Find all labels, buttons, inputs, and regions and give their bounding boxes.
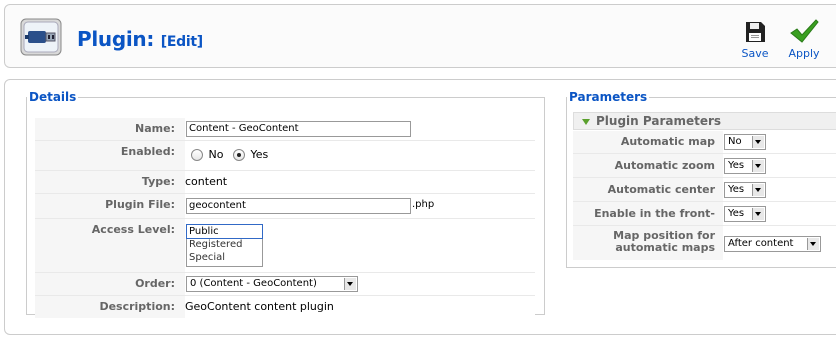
name-label: Name: — [35, 118, 181, 140]
access-level-row: Access Level: Public Registered Special — [35, 219, 535, 273]
enabled-value-cell: No Yes — [185, 141, 535, 170]
name-input[interactable]: Content - GeoContent — [186, 121, 411, 137]
access-level-value-cell: Public Registered Special — [185, 219, 535, 272]
apply-button[interactable]: Apply — [781, 19, 827, 67]
param-label: Enable in the front-page — [594, 207, 715, 243]
order-label: Order: — [35, 273, 181, 295]
chevron-down-icon — [752, 160, 764, 172]
type-value: content — [185, 171, 535, 193]
enabled-yes-label: Yes — [250, 148, 269, 161]
access-option-special[interactable]: Special — [187, 251, 262, 264]
toolbar: Plugin: [Edit] Save Apply — [4, 4, 836, 68]
order-select-value: 0 (Content - GeoContent) — [190, 278, 317, 289]
param-value-cell: Yes — [723, 202, 836, 225]
parameters-fieldset: Parameters Plugin Parameters Automatic m… — [566, 90, 836, 268]
enabled-label: Enabled: — [35, 141, 181, 170]
param-label: Automatic center — [607, 183, 715, 196]
select-value: Yes — [728, 208, 745, 219]
chevron-down-icon — [807, 238, 819, 250]
access-level-label: Access Level: — [35, 219, 181, 272]
chevron-down-icon — [752, 184, 764, 196]
details-fieldset: Details Name: Content - GeoContent Enabl… — [26, 90, 545, 318]
chevron-down-icon — [752, 136, 764, 148]
automatic-zoom-select[interactable]: Yes — [724, 158, 766, 174]
access-level-listbox[interactable]: Public Registered Special — [186, 224, 263, 267]
access-option-public[interactable]: Public — [186, 224, 263, 239]
page-title: Plugin: [Edit] — [77, 27, 203, 51]
details-legend: Details — [29, 90, 77, 104]
plugin-icon — [19, 15, 63, 59]
automatic-map-select[interactable]: No — [724, 134, 766, 150]
name-row: Name: Content - GeoContent — [35, 118, 535, 141]
apply-label: Apply — [788, 47, 820, 60]
param-value-cell: No — [723, 131, 836, 153]
checkmark-icon — [790, 19, 819, 43]
main-panel: Details Name: Content - GeoContent Enabl… — [4, 79, 836, 335]
param-row-map-position: Map position for automatic maps After co… — [573, 226, 836, 260]
description-row: Description: GeoContent content plugin — [35, 296, 535, 318]
enabled-no-label: No — [208, 148, 224, 161]
plugin-file-row: Plugin File: geocontent .php — [35, 194, 535, 219]
expand-triangle-icon — [582, 119, 590, 125]
order-row: Order: 0 (Content - GeoContent) — [35, 273, 535, 296]
param-row-automatic-map: Automatic map No — [573, 131, 836, 154]
automatic-center-select[interactable]: Yes — [724, 182, 766, 198]
param-value-cell: Yes — [723, 154, 836, 177]
param-row-automatic-zoom: Automatic zoom Yes — [573, 154, 836, 178]
order-select[interactable]: 0 (Content - GeoContent) — [186, 276, 358, 292]
plugin-file-value-cell: geocontent .php — [185, 194, 535, 218]
plugin-file-extension: .php — [412, 199, 435, 210]
chevron-down-icon — [344, 278, 356, 290]
enabled-no-radio[interactable] — [191, 149, 203, 161]
enabled-yes-radio[interactable] — [232, 149, 245, 161]
enable-front-page-select[interactable]: Yes — [724, 206, 766, 222]
page-title-text: Plugin: — [77, 27, 155, 51]
select-value: After content — [728, 238, 794, 249]
description-value: GeoContent content plugin — [185, 296, 535, 318]
access-option-registered[interactable]: Registered — [187, 238, 262, 251]
save-label: Save — [741, 47, 769, 60]
floppy-disk-icon — [746, 22, 765, 42]
select-value: Yes — [728, 160, 745, 171]
enabled-row: Enabled: No Yes — [35, 141, 535, 171]
plugin-parameters-panel-header[interactable]: Plugin Parameters — [573, 112, 836, 130]
type-row: Type: content — [35, 171, 535, 194]
save-button[interactable]: Save — [732, 19, 778, 67]
param-label: Automatic map — [620, 135, 715, 148]
param-label: Map position for automatic maps — [613, 229, 715, 254]
type-label: Type: — [35, 171, 181, 193]
param-value-cell: Yes — [723, 178, 836, 201]
param-row-automatic-center: Automatic center Yes — [573, 178, 836, 202]
description-label: Description: — [35, 296, 181, 318]
select-value: Yes — [728, 184, 745, 195]
parameters-legend: Parameters — [569, 90, 648, 104]
select-value: No — [728, 136, 742, 147]
plugin-parameters-title: Plugin Parameters — [596, 114, 722, 128]
param-row-enable-front-page: Enable in the front-page Yes — [573, 202, 836, 243]
param-value-cell: After content — [723, 226, 836, 260]
plugin-file-label: Plugin File: — [35, 194, 181, 218]
page-title-mode: [Edit] — [160, 34, 203, 50]
plugin-file-input[interactable]: geocontent — [186, 198, 411, 214]
chevron-down-icon — [752, 208, 764, 220]
map-position-select[interactable]: After content — [724, 236, 821, 252]
param-label: Automatic zoom — [614, 159, 715, 172]
order-value-cell: 0 (Content - GeoContent) — [185, 273, 535, 295]
name-value-cell: Content - GeoContent — [185, 118, 535, 140]
